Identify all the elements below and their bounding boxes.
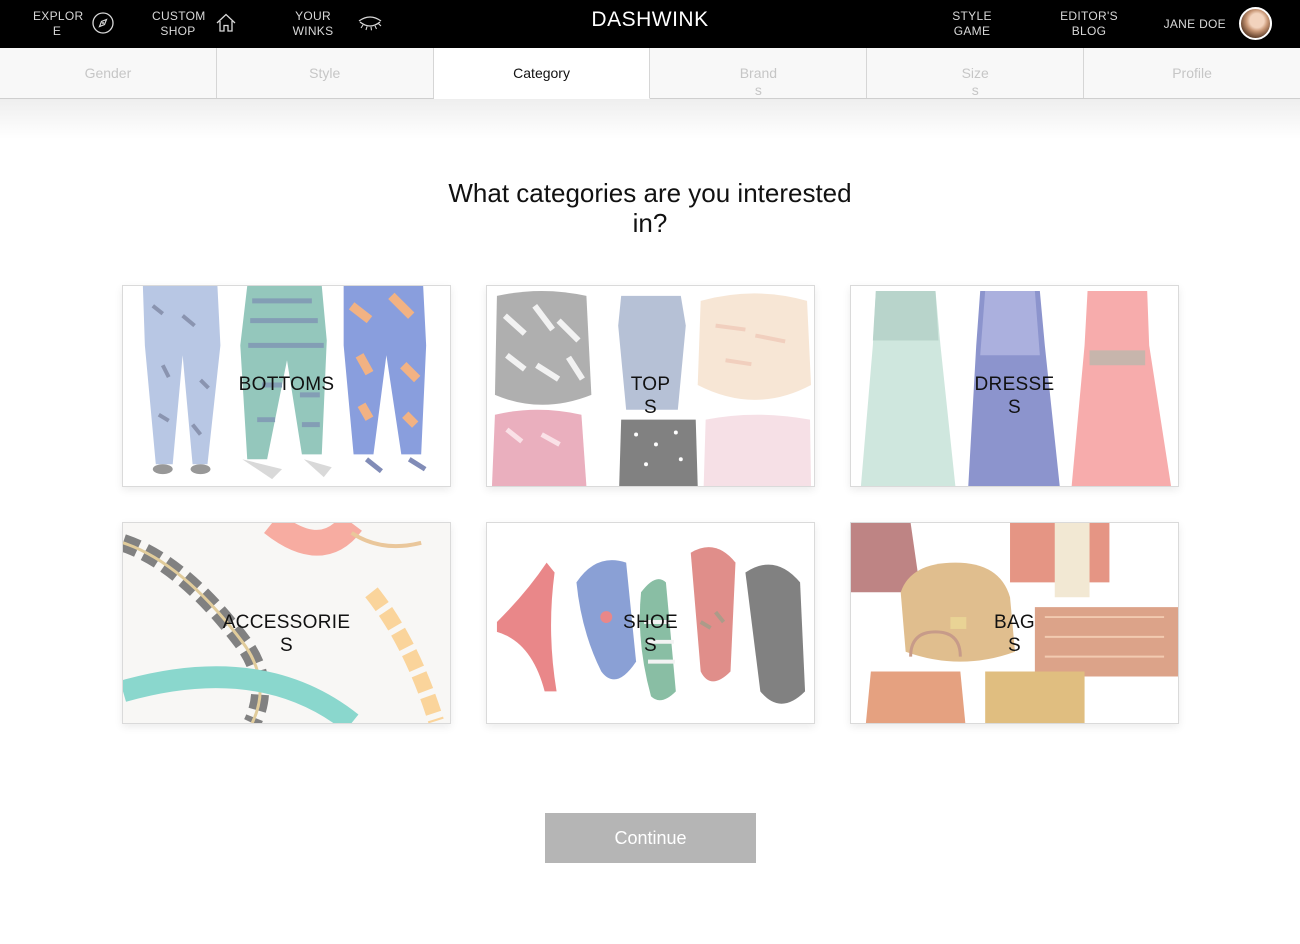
brand-logo[interactable]: DASHWINK — [591, 8, 708, 31]
tab-label: Size s — [961, 65, 989, 98]
tab-label: Gender — [84, 65, 132, 81]
tab-label: Style — [309, 65, 341, 81]
tab-gender[interactable]: Gender — [0, 48, 217, 98]
category-label: TOP S — [630, 374, 671, 418]
category-card-dresses[interactable]: DRESSE S — [850, 285, 1179, 487]
category-label: BOTTOMS — [238, 374, 335, 395]
avatar[interactable] — [1239, 7, 1272, 40]
nav-explore[interactable]: EXPLOR E — [33, 9, 115, 39]
tab-label: Brand s — [739, 65, 778, 98]
step-tabs: Gender Style Category Brand s Size s Pro… — [0, 48, 1300, 99]
tab-label: Category — [513, 65, 570, 81]
tab-brands[interactable]: Brand s — [650, 48, 868, 98]
tab-sizes[interactable]: Size s — [867, 48, 1085, 98]
nav-custom-shop[interactable]: CUSTOM SHOP — [152, 9, 238, 39]
user-name: JANE DOE — [1163, 16, 1226, 31]
nav-explore-label: EXPLOR E — [33, 9, 84, 38]
category-label: SHOE S — [622, 612, 679, 656]
nav-style-game-label: STYLE GAME — [952, 9, 992, 38]
eye-wink-icon — [356, 11, 384, 35]
category-label: DRESSE S — [974, 374, 1055, 418]
tab-profile[interactable]: Profile — [1084, 48, 1300, 98]
category-label: BAG S — [993, 612, 1036, 656]
nav-editors-blog-label: EDITOR'S BLOG — [1060, 9, 1118, 38]
category-card-accessories[interactable]: ACCESSORIE S — [122, 522, 451, 724]
tab-category[interactable]: Category — [433, 48, 651, 99]
nav-style-game[interactable]: STYLE GAME — [950, 9, 994, 39]
continue-button[interactable]: Continue — [545, 813, 756, 863]
top-navigation-bar: EXPLOR E CUSTOM SHOP YOUR WINKS DASHWINK… — [0, 0, 1300, 48]
category-card-bags[interactable]: BAG S — [850, 522, 1179, 724]
page-heading: What categories are you interested in? — [448, 178, 852, 238]
compass-icon — [91, 11, 115, 35]
user-menu[interactable]: JANE DOE — [1164, 7, 1272, 40]
category-card-shoes[interactable]: SHOE S — [486, 522, 815, 724]
tab-style[interactable]: Style — [216, 48, 434, 98]
nav-your-winks[interactable]: YOUR WINKS — [292, 9, 384, 39]
tab-label: Profile — [1172, 65, 1212, 81]
tabs-shadow — [0, 99, 1300, 139]
nav-custom-shop-label: CUSTOM SHOP — [152, 9, 206, 38]
nav-your-winks-label: YOUR WINKS — [292, 9, 334, 38]
home-icon — [214, 11, 238, 35]
category-label: ACCESSORIE S — [222, 612, 351, 656]
category-card-bottoms[interactable]: BOTTOMS — [122, 285, 451, 487]
nav-editors-blog[interactable]: EDITOR'S BLOG — [1058, 9, 1120, 39]
category-card-tops[interactable]: TOP S — [486, 285, 815, 487]
